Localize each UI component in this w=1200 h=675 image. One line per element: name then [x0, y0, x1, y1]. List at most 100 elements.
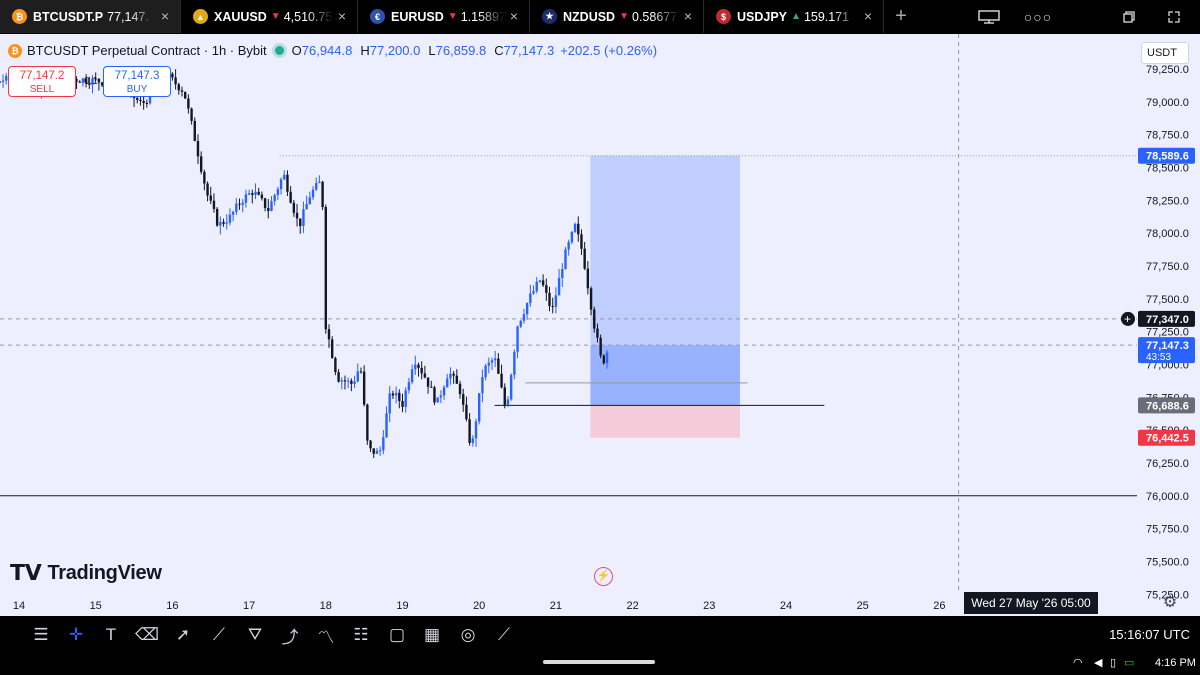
maximize-icon[interactable]: [1161, 0, 1187, 33]
layout-icon[interactable]: [975, 0, 1003, 33]
currency-unit-selector[interactable]: USDT: [1141, 42, 1189, 64]
market-open-indicator: [274, 46, 284, 55]
candle-body: [404, 390, 407, 407]
tradingview-logo[interactable]: 𝗧𝗩 TradingView: [10, 560, 162, 586]
candle-body: [193, 120, 196, 142]
candle-body: [302, 209, 305, 227]
time-tick-label: 23: [703, 600, 715, 612]
candle-body: [209, 195, 212, 201]
time-tick-label: 20: [473, 600, 485, 612]
gear-icon[interactable]: ⚙: [1161, 594, 1179, 612]
long-position-stop-zone: [590, 405, 740, 438]
candle-body: [350, 380, 353, 384]
candle-body: [541, 280, 545, 286]
more-icon[interactable]: ○○○: [1024, 0, 1052, 33]
rectangle-icon[interactable]: ▢: [383, 622, 411, 648]
fib-tool-icon[interactable]: ⛛: [241, 622, 269, 648]
buy-button[interactable]: 77,147.3 BUY: [103, 66, 171, 97]
symbol-title: BTCUSDT Perpetual Contract · 1h · Bybit: [27, 43, 267, 58]
tab-symbol: EURUSD: [391, 9, 444, 24]
candle-body: [171, 73, 174, 78]
chart-pane[interactable]: 79,250.0 79,000.0 78,750.0 78,500.0 78,250.0…: [0, 34, 1200, 616]
candle-body: [481, 377, 484, 394]
time-tick-label: 19: [396, 600, 408, 612]
price-label-3: 76,688.6: [1146, 400, 1189, 412]
tab-usdjpy[interactable]: $ USDJPY ▲ 159.171 ×: [704, 0, 884, 33]
candle-body: [583, 248, 586, 269]
candle-body: [602, 355, 606, 364]
buy-price: 77,147.3: [114, 70, 160, 82]
close-tab-icon[interactable]: ×: [335, 9, 349, 23]
tab-btcusdt[interactable]: ₿ BTCUSDT.P 77,147. ×: [0, 0, 181, 33]
tab-xauusd[interactable]: ▲ XAUUSD ▼ 4,510.75 ×: [181, 0, 358, 33]
candle-body: [548, 292, 551, 306]
candle-body: [375, 450, 379, 454]
candle-body: [0, 81, 2, 83]
measure-icon[interactable]: ◎: [454, 622, 482, 648]
candle-body: [398, 392, 401, 402]
tab-symbol: NZDUSD: [563, 9, 616, 24]
candle-body: [222, 221, 225, 224]
candle-body: [369, 440, 372, 449]
drawing-toolbar: ☰ ✛ T ⌫ ➚ ⟋ ⛛ ⤴ 〽 ☷ ▢ ▦ ◎ ⟋ 15:16:07 UTC: [0, 617, 1200, 653]
eraser-icon[interactable]: ⌫: [133, 622, 161, 648]
candle-body: [263, 198, 267, 209]
close-tab-icon[interactable]: ×: [158, 9, 172, 23]
candle-body: [238, 203, 241, 205]
pattern-tool-icon[interactable]: 〽: [312, 622, 340, 648]
candle-body: [254, 191, 257, 195]
candle-body: [180, 90, 184, 92]
arrow-tool-icon[interactable]: ➚: [169, 622, 197, 648]
new-tab-button[interactable]: +: [884, 0, 918, 33]
price-label-4: 76,442.5: [1146, 433, 1189, 445]
candle-body: [462, 394, 465, 405]
candle-body: [359, 371, 363, 373]
price-chart[interactable]: 79,250.0 79,000.0 78,750.0 78,500.0 78,250.0…: [0, 34, 1200, 616]
home-indicator[interactable]: [543, 660, 655, 664]
text-tool-icon[interactable]: T: [97, 622, 125, 648]
candle-body: [260, 194, 264, 199]
candle-body: [596, 328, 599, 338]
price-tick-label: 78,500.0: [1146, 162, 1189, 174]
time-tick-label: 25: [857, 600, 869, 612]
tab-symbol: BTCUSDT.P: [33, 9, 104, 24]
bitcoin-icon: ₿: [8, 43, 22, 58]
sell-button[interactable]: 77,147.2 SELL: [8, 66, 76, 97]
lightning-icon[interactable]: ⚡: [594, 567, 613, 586]
close-tab-icon[interactable]: ×: [861, 9, 875, 23]
candle-body: [385, 413, 388, 438]
close-tab-icon[interactable]: ×: [681, 9, 695, 23]
candle-body: [372, 448, 375, 454]
candle-body: [519, 320, 522, 327]
time-tick-label: 18: [320, 600, 332, 612]
candle-body: [276, 189, 280, 196]
candle-body: [509, 374, 513, 400]
candle-body: [561, 268, 564, 278]
candle-body: [478, 393, 481, 422]
symbol-tab-bar: ₿ BTCUSDT.P 77,147. × ▲ XAUUSD ▼ 4,510.7…: [0, 0, 1200, 33]
vibrate-icon: ▯: [1110, 657, 1117, 669]
candle-body: [525, 303, 529, 315]
path-tool-icon[interactable]: ⤴: [276, 622, 304, 648]
crosshair-icon[interactable]: ✛: [62, 622, 90, 648]
grid-tool-icon[interactable]: ▦: [418, 622, 446, 648]
candle-body: [343, 380, 347, 382]
candle-body: [292, 202, 296, 213]
candle-body: [251, 193, 254, 195]
tab-nzdusd[interactable]: ★ NZDUSD ▼ 0.58677 ×: [530, 0, 704, 33]
restore-window-icon[interactable]: [1116, 0, 1142, 33]
candle-body: [315, 183, 318, 190]
price-label-1: 77,347.0: [1146, 314, 1189, 326]
close-tab-icon[interactable]: ×: [507, 9, 521, 23]
nz-flag-icon: ★: [542, 9, 557, 24]
ruler-icon[interactable]: ⟋: [490, 622, 518, 648]
candle-body: [593, 309, 596, 329]
quick-menu-icon[interactable]: ☰: [27, 622, 55, 648]
utc-clock[interactable]: 15:16:07 UTC: [1109, 627, 1190, 642]
candle-body: [589, 288, 593, 310]
trend-line-icon[interactable]: ⟋: [205, 622, 233, 648]
candle-body: [484, 365, 487, 378]
long-position-icon[interactable]: ☷: [347, 622, 375, 648]
candle-body: [391, 393, 395, 396]
tab-eurusd[interactable]: € EURUSD ▼ 1.15897 ×: [358, 0, 530, 33]
